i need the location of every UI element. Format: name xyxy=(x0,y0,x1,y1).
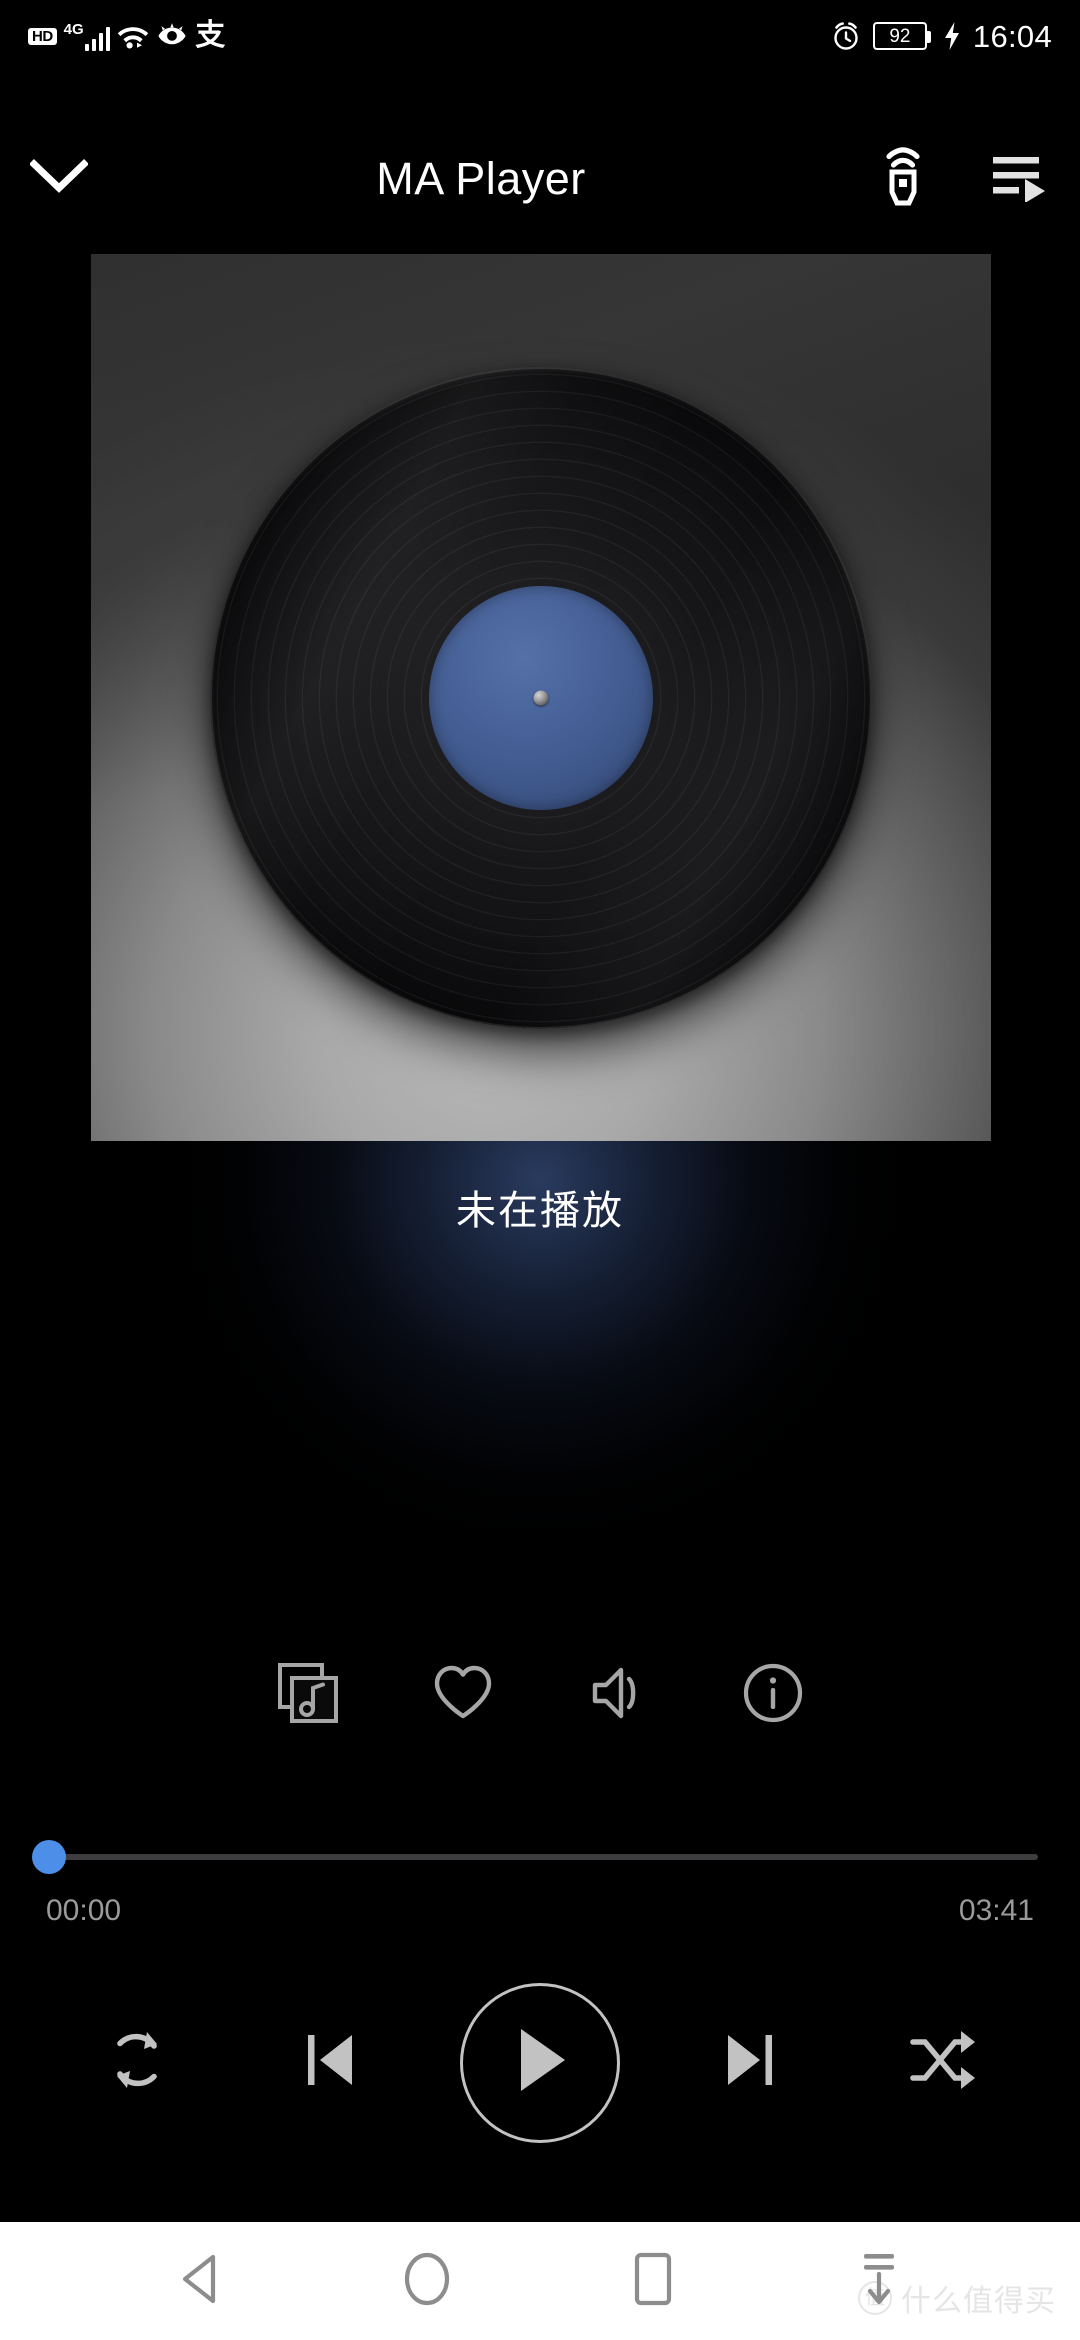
album-art-icon xyxy=(277,1662,339,1729)
collapse-player-button[interactable] xyxy=(0,120,118,238)
app-bar: MA Player xyxy=(0,118,1080,240)
time-labels: 00:00 03:41 xyxy=(0,1886,1080,1936)
recents-square-icon xyxy=(630,2250,676,2313)
shuffle-button[interactable] xyxy=(878,1998,1008,2128)
favorite-button[interactable] xyxy=(385,1640,540,1750)
system-nav-bar: 值 什么值得买 xyxy=(0,2222,1080,2340)
chevron-down-icon xyxy=(29,158,89,200)
previous-track-icon xyxy=(300,2025,362,2100)
signal-bars-icon xyxy=(84,25,111,51)
seek-track xyxy=(42,1854,1038,1860)
wifi-icon xyxy=(117,23,149,49)
play-icon xyxy=(504,2021,576,2104)
now-playing-title: 未在播放 xyxy=(456,1189,624,1233)
duration-label: 03:41 xyxy=(958,1894,1034,1927)
play-queue-icon xyxy=(991,152,1051,207)
page-title: MA Player xyxy=(376,153,586,204)
nav-pulldown-button[interactable] xyxy=(831,2233,927,2329)
seek-thumb[interactable] xyxy=(32,1840,66,1874)
status-bar-right: 92 16:04 xyxy=(830,20,1052,52)
home-circle-icon xyxy=(401,2250,453,2313)
vinyl-record-image xyxy=(210,366,872,1029)
cast-button[interactable] xyxy=(844,120,962,238)
battery-indicator: 92 xyxy=(872,22,931,50)
status-bar: HD 4G 支 92 16:04 xyxy=(0,0,1080,72)
previous-button[interactable] xyxy=(266,1998,396,2128)
play-queue-button[interactable] xyxy=(962,120,1080,238)
status-bar-left: HD 4G 支 xyxy=(28,21,225,51)
vinyl-spindle-icon xyxy=(533,690,549,705)
info-button[interactable] xyxy=(695,1640,850,1750)
volume-icon xyxy=(587,1664,649,1727)
nav-back-button[interactable] xyxy=(153,2233,249,2329)
network-type-label: 4G xyxy=(63,20,84,38)
album-art[interactable] xyxy=(91,254,991,1141)
repeat-icon xyxy=(98,2021,176,2104)
alipay-glyph: 支 xyxy=(195,19,226,52)
back-triangle-icon xyxy=(177,2251,225,2312)
alipay-icon: 支 xyxy=(195,21,225,51)
phone-screen: HD 4G 支 92 16:04 MA Player 未在播放 00:00 03… xyxy=(0,0,1080,2340)
nav-home-button[interactable] xyxy=(379,2233,475,2329)
elapsed-time-label: 00:00 xyxy=(46,1894,122,1927)
status-bar-clock: 16:04 xyxy=(972,18,1052,54)
info-icon xyxy=(742,1662,804,1729)
mobile-network-indicator: 4G xyxy=(64,22,111,51)
next-button[interactable] xyxy=(684,1998,814,2128)
app-bar-actions xyxy=(844,120,1080,238)
play-button[interactable] xyxy=(460,1982,620,2143)
battery-percent-label: 92 xyxy=(889,25,911,47)
action-icon-row xyxy=(0,1640,1080,1750)
heart-icon xyxy=(432,1664,494,1727)
notification-pulldown-icon xyxy=(854,2248,904,2315)
nav-recents-button[interactable] xyxy=(605,2233,701,2329)
next-track-icon xyxy=(718,2025,780,2100)
charging-bolt-icon xyxy=(942,21,962,51)
transport-controls xyxy=(0,1975,1080,2150)
cast-device-icon xyxy=(879,146,927,213)
volume-button[interactable] xyxy=(540,1640,695,1750)
eye-comfort-icon xyxy=(156,22,188,50)
alarm-clock-icon xyxy=(830,20,862,52)
hd-badge: HD xyxy=(28,27,57,45)
album-button[interactable] xyxy=(230,1640,385,1750)
shuffle-icon xyxy=(905,2025,981,2100)
repeat-button[interactable] xyxy=(72,1998,202,2128)
seek-bar[interactable] xyxy=(24,1838,1056,1874)
